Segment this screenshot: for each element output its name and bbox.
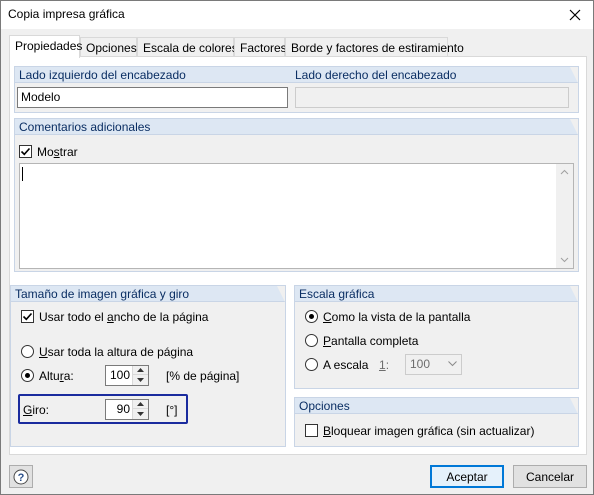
scale-ratio-label: 1: [379, 358, 390, 372]
spin-up-icon [137, 402, 144, 406]
full-height-radio[interactable] [21, 345, 34, 358]
scroll-down-icon [560, 257, 569, 263]
scale-group-title: Escala gráfica [299, 287, 375, 301]
size-group-titlebar: Tamaño de imagen gráfica y giro [11, 286, 285, 302]
dialog-window: Copia impresa gráfica Propiedades Opcion… [0, 0, 594, 495]
help-button[interactable]: ? [9, 465, 33, 488]
comments-group-title: Comentarios adicionales [19, 120, 151, 134]
height-label: Altura: [39, 369, 74, 383]
scale-ratio-value: 100 [410, 357, 431, 371]
spin-up-icon [137, 368, 144, 372]
to-scale-label: A escala [323, 358, 369, 372]
checkmark-icon [22, 312, 33, 321]
comments-textarea[interactable] [19, 163, 574, 269]
show-comments-label: Mostrar [37, 145, 78, 159]
comments-group-titlebar: Comentarios adicionales [15, 119, 578, 135]
tab-factores[interactable]: Factores [234, 37, 287, 57]
options-group-title: Opciones [299, 399, 350, 413]
header-group: Lado izquierdo del encabezado Lado derec… [14, 66, 579, 113]
size-rotation-group: Tamaño de imagen gráfica y giro Usar tod… [10, 285, 286, 447]
height-radio[interactable] [21, 369, 34, 382]
tab-opciones[interactable]: Opciones [80, 37, 137, 57]
full-height-label: Usar toda la altura de página [39, 345, 194, 359]
scale-ratio-combo[interactable]: 100 [405, 354, 462, 375]
show-comments-checkbox[interactable] [19, 145, 32, 158]
tab-borde-y-factores[interactable]: Borde y factores de estiramiento [285, 37, 464, 57]
rotation-value: 90 [116, 402, 130, 416]
height-value: 100 [109, 368, 130, 382]
checkmark-icon [20, 147, 31, 156]
left-header-title: Lado izquierdo del encabezado [19, 68, 186, 82]
right-header-input[interactable] [295, 87, 569, 108]
full-screen-label: Pantalla completa [323, 334, 419, 348]
comments-scrollbar[interactable] [556, 164, 573, 268]
title-bar: Copia impresa gráfica [1, 1, 593, 29]
spin-down-icon [137, 377, 144, 382]
scale-group: Escala gráfica Como la vista de la panta… [294, 285, 579, 389]
comments-group: Comentarios adicionales Mostrar [14, 118, 579, 272]
as-screen-radio[interactable] [305, 310, 318, 323]
tab-escala-de-colores[interactable]: Escala de colores [137, 37, 238, 57]
accept-button[interactable]: Aceptar [430, 465, 504, 488]
left-header-input[interactable]: Modelo [17, 87, 288, 108]
rotation-spin-down-button[interactable] [133, 409, 148, 418]
full-screen-radio[interactable] [305, 334, 318, 347]
full-width-checkbox[interactable] [21, 310, 34, 323]
height-unit: [% de página] [166, 369, 240, 383]
text-caret [22, 167, 23, 181]
rotation-spinner[interactable]: 90 [105, 399, 149, 420]
close-icon [569, 9, 581, 21]
scroll-up-icon [560, 169, 569, 175]
height-spin-buttons [132, 366, 148, 385]
lock-image-label: Bloquear imagen gráfica (sin actualizar) [323, 424, 535, 438]
height-spin-up-button[interactable] [133, 366, 148, 375]
help-icon: ? [13, 469, 29, 484]
options-group-titlebar: Opciones [295, 398, 578, 414]
rotation-label: Giro: [23, 403, 50, 417]
cancel-button[interactable]: Cancelar [513, 465, 587, 488]
spin-down-icon [137, 411, 144, 416]
rotation-spin-buttons [132, 400, 148, 419]
svg-text:?: ? [18, 472, 25, 484]
chevron-down-icon [448, 361, 457, 367]
to-scale-radio[interactable] [305, 358, 318, 371]
full-width-label: Usar todo el ancho de la página [39, 310, 209, 324]
lock-image-checkbox[interactable] [305, 424, 318, 437]
scale-group-titlebar: Escala gráfica [295, 286, 578, 302]
rotation-spin-up-button[interactable] [133, 400, 148, 409]
tab-propiedades[interactable]: Propiedades [9, 35, 82, 58]
header-group-titlebar: Lado izquierdo del encabezado Lado derec… [15, 67, 578, 83]
rotation-unit: [°] [166, 403, 178, 417]
as-screen-label: Como la vista de la pantalla [323, 310, 471, 324]
size-group-title: Tamaño de imagen gráfica y giro [15, 287, 190, 301]
height-spin-down-button[interactable] [133, 375, 148, 384]
tab-panel-propiedades: Lado izquierdo del encabezado Lado derec… [9, 56, 587, 455]
options-group: Opciones Bloquear imagen gráfica (sin ac… [294, 397, 579, 447]
height-spinner[interactable]: 100 [105, 365, 149, 386]
window-title: Copia impresa gráfica [8, 7, 125, 21]
close-button[interactable] [557, 1, 593, 29]
right-header-title: Lado derecho del encabezado [295, 68, 457, 82]
